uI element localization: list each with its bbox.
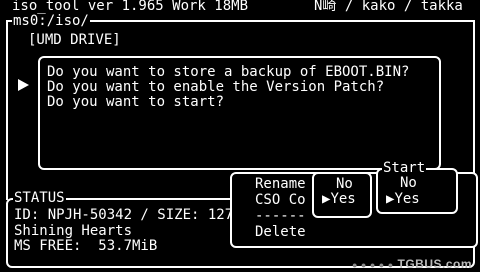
- menu-item-delete[interactable]: Delete: [255, 225, 306, 240]
- watermark-logo: ● ● ● ● ● TGBUS.com: [351, 257, 472, 271]
- cso-option-no[interactable]: No: [336, 177, 353, 192]
- menu-separator: ------: [255, 208, 306, 224]
- app-title: iso_tool ver 1.965 Work 18MB: [12, 0, 249, 14]
- start-option-yes[interactable]: ▶Yes: [386, 192, 420, 207]
- location-label: [UMD DRIVE]: [28, 32, 121, 48]
- start-option-no[interactable]: No: [400, 176, 417, 191]
- status-id-size: ID: NPJH-50342 / SIZE: 127: [14, 207, 234, 223]
- menu-item-cso[interactable]: CSO Co: [255, 193, 306, 208]
- selection-cursor-icon: [18, 79, 29, 91]
- dialog-line-start: Do you want to start?: [47, 94, 225, 110]
- current-path: ms0:/iso/: [12, 13, 90, 29]
- status-ms-free: MS FREE: 53.7MiB: [14, 238, 158, 254]
- dialog-line-backup: Do you want to store a backup of EBOOT.B…: [47, 64, 410, 80]
- dialog-line-patch: Do you want to enable the Version Patch?: [47, 79, 385, 95]
- menu-item-rename[interactable]: Rename: [255, 177, 306, 192]
- credits: N崎 / kako / takka: [314, 0, 463, 14]
- cso-option-yes[interactable]: ▶Yes: [322, 192, 356, 207]
- status-legend: STATUS: [13, 190, 66, 206]
- status-game-title: Shining Hearts: [14, 223, 133, 239]
- start-legend: Start: [382, 160, 427, 176]
